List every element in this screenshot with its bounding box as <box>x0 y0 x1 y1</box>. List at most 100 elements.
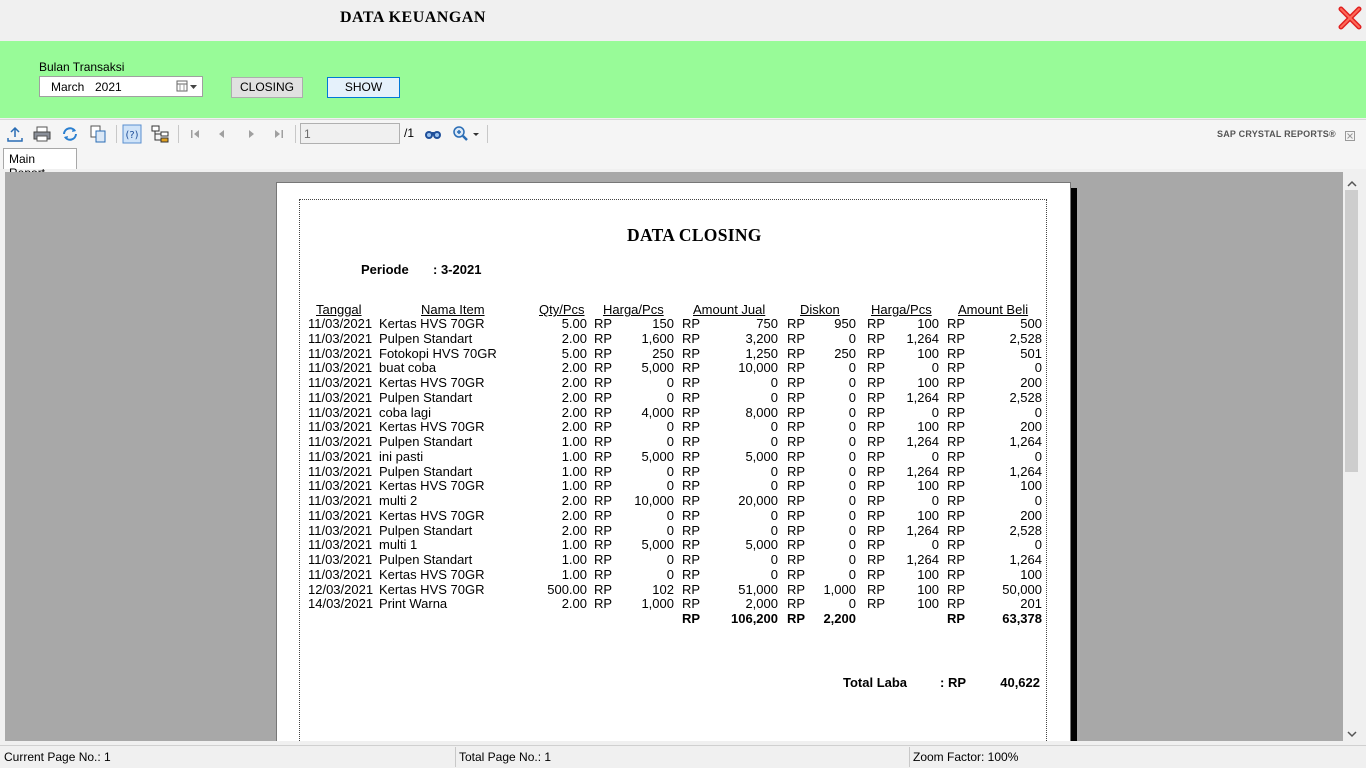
row-tanggal: 11/03/2021 <box>308 375 373 390</box>
tab-strip: Main Report <box>0 147 1366 180</box>
row-qty: 2.00 <box>561 389 587 405</box>
row-rp: RP <box>867 389 886 405</box>
row-rp: RP <box>682 537 701 553</box>
row-diskon: 0 <box>848 389 856 405</box>
row-tanggal: 11/03/2021 <box>308 448 373 464</box>
total-laba-label: Total Laba <box>843 675 908 690</box>
group-tree-icon[interactable] <box>150 124 170 144</box>
table-row: 12/03/2021 Kertas HVS 70GR 500.00 RP 102 RP 51… <box>300 582 1048 597</box>
next-page-icon[interactable] <box>241 124 261 144</box>
row-rp: RP <box>867 537 886 553</box>
row-qty: 1.00 <box>561 552 587 567</box>
table-row: 11/03/2021 ini pasti 1.00 RP 5,000 RP 5,000 RP 0… <box>300 449 1048 464</box>
row-harga-beli: 1,264 <box>906 463 939 479</box>
row-diskon: 0 <box>848 463 856 479</box>
row-item: Kertas HVS 70GR <box>379 507 485 523</box>
row-rp: RP <box>867 552 886 567</box>
row-rp: RP <box>787 316 806 331</box>
row-rp: RP <box>594 389 613 405</box>
row-rp: RP <box>947 375 966 390</box>
totals-row: RP 106,200 RP 2,200 RP 63,378 <box>300 611 1048 627</box>
row-harga-jual: 0 <box>666 434 674 449</box>
show-button[interactable]: SHOW <box>327 77 400 98</box>
page-number-input[interactable] <box>300 123 400 144</box>
row-rp: RP <box>787 581 806 597</box>
row-amount-beli: 2,528 <box>1009 389 1042 405</box>
row-item: Pulpen Standart <box>379 330 473 346</box>
first-page-icon[interactable] <box>185 124 205 144</box>
row-amount-jual: 0 <box>770 552 778 567</box>
row-rp: RP <box>594 448 613 464</box>
header-amount-jual: Amount Jual <box>693 302 766 317</box>
vertical-scrollbar[interactable] <box>1343 172 1361 741</box>
report-title: DATA CLOSING <box>627 225 762 245</box>
row-amount-jual: 5,000 <box>745 448 778 464</box>
row-qty: 2.00 <box>561 419 587 435</box>
row-amount-beli: 1,264 <box>1009 552 1042 567</box>
row-rp: RP <box>787 478 806 494</box>
row-item: Kertas HVS 70GR <box>379 316 485 331</box>
window-title: DATA KEUANGAN <box>340 9 486 26</box>
calendar-dropdown-icon[interactable] <box>175 79 201 94</box>
row-harga-beli: 0 <box>931 360 939 376</box>
tab-main-report[interactable]: Main Report <box>3 148 77 180</box>
row-amount-jual: 51,000 <box>738 581 778 597</box>
row-amount-beli: 50,000 <box>1002 581 1042 597</box>
close-icon[interactable] <box>1336 4 1364 32</box>
row-harga-jual: 0 <box>666 552 674 567</box>
periode-value: : 3-2021 <box>433 262 482 277</box>
last-page-icon[interactable] <box>269 124 289 144</box>
row-rp: RP <box>947 404 966 420</box>
row-rp: RP <box>682 463 701 479</box>
table-row: 11/03/2021 multi 1 1.00 RP 5,000 RP 5,000 RP 0 RP… <box>300 537 1048 552</box>
row-rp: RP <box>787 434 806 449</box>
row-rp: RP <box>867 507 886 523</box>
row-rp: RP <box>594 463 613 479</box>
scroll-down-icon[interactable] <box>1347 726 1357 738</box>
copy-icon[interactable] <box>88 124 108 144</box>
row-tanggal: 11/03/2021 <box>308 316 373 331</box>
row-harga-jual: 4,000 <box>641 404 674 420</box>
row-harga-jual: 0 <box>666 522 674 538</box>
row-rp: RP <box>947 478 966 494</box>
row-rp: RP <box>867 566 886 582</box>
row-rp: RP <box>947 537 966 553</box>
zoom-icon[interactable] <box>451 124 481 144</box>
closing-button[interactable]: CLOSING <box>231 77 303 98</box>
print-icon[interactable] <box>32 124 52 144</box>
row-amount-beli: 100 <box>1020 478 1042 494</box>
filter-panel: Bulan Transaksi March 2021 CLOSING SHOW <box>0 41 1366 118</box>
row-rp: RP <box>682 389 701 405</box>
row-item: Kertas HVS 70GR <box>379 566 485 582</box>
row-harga-beli: 1,264 <box>906 389 939 405</box>
row-amount-jual: 0 <box>770 419 778 435</box>
zoom-status: Zoom Factor: 100% <box>913 750 1019 764</box>
help-icon[interactable]: (?) <box>122 124 142 144</box>
row-amount-jual: 1,250 <box>745 345 778 361</box>
row-harga-jual: 0 <box>666 389 674 405</box>
scroll-thumb[interactable] <box>1345 190 1358 472</box>
row-rp: RP <box>594 566 613 582</box>
find-icon[interactable] <box>423 124 443 144</box>
export-icon[interactable] <box>5 124 25 144</box>
row-harga-beli: 1,264 <box>906 552 939 567</box>
row-diskon: 0 <box>848 537 856 553</box>
row-rp: RP <box>682 360 701 376</box>
row-qty: 2.00 <box>561 330 587 346</box>
row-rp: RP <box>947 434 966 449</box>
row-rp: RP <box>682 419 701 435</box>
prev-page-icon[interactable] <box>212 124 232 144</box>
row-rp: RP <box>682 478 701 494</box>
row-amount-jual: 0 <box>770 522 778 538</box>
refresh-icon[interactable] <box>60 124 80 144</box>
row-rp: RP <box>594 419 613 435</box>
month-picker[interactable]: March 2021 <box>39 76 203 97</box>
panel-close-icon[interactable] <box>1345 128 1355 141</box>
scroll-up-icon[interactable] <box>1347 176 1357 187</box>
row-tanggal: 11/03/2021 <box>308 434 373 449</box>
row-rp: RP <box>594 345 613 361</box>
row-harga-beli: 100 <box>917 507 939 523</box>
row-rp: RP <box>682 375 701 390</box>
row-harga-jual: 0 <box>666 507 674 523</box>
month-value: March <box>51 80 85 94</box>
